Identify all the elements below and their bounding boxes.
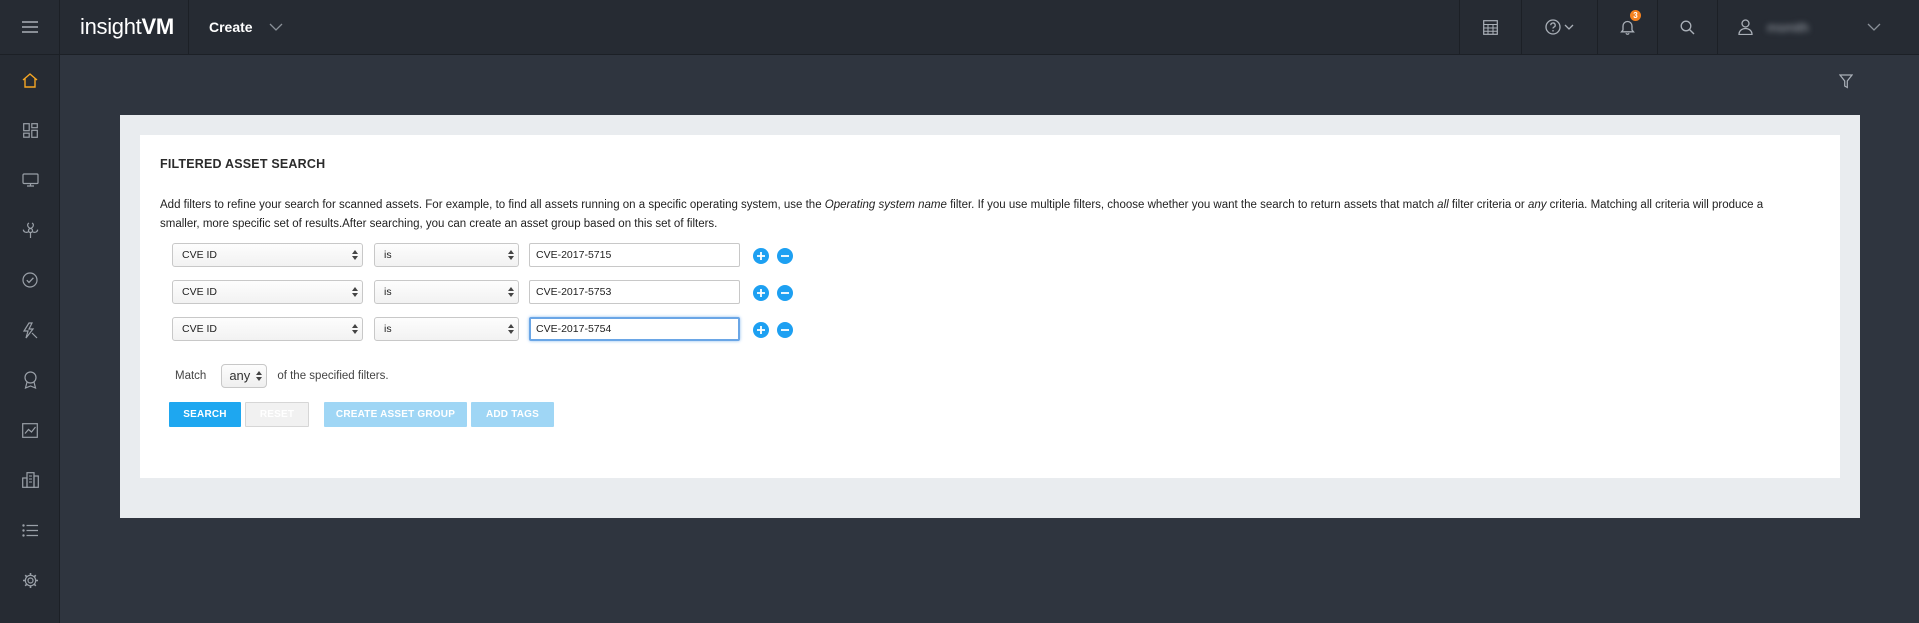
filtered-asset-search-card: FILTERED ASSET SEARCH Add filters to ref…: [140, 135, 1840, 478]
assets-icon: [21, 173, 39, 187]
remove-filter-button[interactable]: [777, 285, 793, 301]
dashboard-icon: [22, 122, 38, 138]
filter-field-select[interactable]: CVE ID: [172, 317, 363, 341]
notifications-button[interactable]: 3: [1597, 0, 1657, 54]
select-arrows-icon: [352, 324, 358, 334]
remove-filter-button[interactable]: [777, 322, 793, 338]
chevron-down-icon: [1867, 23, 1881, 31]
certification-icon: [23, 371, 37, 389]
match-select[interactable]: any: [221, 364, 268, 388]
filter-operator-select[interactable]: is: [374, 317, 519, 341]
remediation-icon: [22, 321, 38, 338]
filter-icon: [1839, 73, 1853, 89]
filter-button[interactable]: [1836, 71, 1856, 91]
match-suffix: of the specified filters.: [277, 370, 389, 382]
nav-certification[interactable]: [0, 365, 60, 395]
filter-value-input[interactable]: CVE-2017-5715: [529, 243, 740, 267]
username: msmith: [1767, 19, 1809, 35]
list-icon: [22, 523, 38, 537]
match-control: Match any of the specified filters.: [175, 364, 389, 388]
nav-reports[interactable]: [0, 415, 60, 445]
select-arrows-icon: [352, 250, 358, 260]
remove-filter-button[interactable]: [777, 248, 793, 264]
help-menu[interactable]: [1521, 0, 1597, 54]
filter-value-input[interactable]: CVE-2017-5754: [529, 317, 740, 341]
nav-list[interactable]: [0, 515, 60, 545]
select-arrows-icon: [256, 371, 263, 381]
select-arrows-icon: [508, 324, 514, 334]
search-icon: [1680, 20, 1695, 34]
home-icon: [22, 72, 38, 88]
top-bar: insight VM Create 3 msmith: [0, 0, 1919, 55]
select-arrows-icon: [508, 287, 514, 297]
create-label: Create: [209, 19, 253, 35]
search-description: Add filters to refine your search for sc…: [160, 199, 1764, 230]
sites-icon: [21, 472, 39, 488]
reset-button[interactable]: RESET: [245, 402, 309, 427]
nav-dashboard[interactable]: [0, 115, 60, 145]
nav-settings[interactable]: [0, 565, 60, 595]
left-nav: [0, 55, 60, 623]
search-button[interactable]: [1657, 0, 1717, 54]
nav-policies[interactable]: [0, 265, 60, 295]
select-arrows-icon: [352, 287, 358, 297]
nav-sites[interactable]: [0, 465, 60, 495]
filter-value-input[interactable]: CVE-2017-5753: [529, 280, 740, 304]
calendar-button[interactable]: [1459, 0, 1521, 54]
add-tags-button[interactable]: ADD TAGS: [471, 402, 554, 427]
create-asset-group-button[interactable]: CREATE ASSET GROUP: [324, 402, 467, 427]
match-prefix: Match: [175, 370, 207, 382]
create-menu[interactable]: Create: [189, 0, 283, 54]
plus-icon: [757, 326, 765, 334]
user-icon: [1738, 19, 1753, 35]
minus-icon: [781, 329, 789, 331]
search-button[interactable]: SEARCH: [169, 402, 241, 427]
vulnerabilities-icon: [22, 221, 38, 238]
add-filter-button[interactable]: [753, 322, 769, 338]
calendar-icon: [1483, 19, 1498, 35]
add-filter-button[interactable]: [753, 285, 769, 301]
menu-button[interactable]: [0, 0, 60, 54]
plus-icon: [757, 289, 765, 297]
brand-logo[interactable]: insight VM: [60, 0, 189, 54]
user-menu[interactable]: msmith: [1717, 0, 1919, 54]
filter-operator-select[interactable]: is: [374, 243, 519, 267]
nav-remediation[interactable]: [0, 315, 60, 345]
select-arrows-icon: [508, 250, 514, 260]
settings-icon: [22, 572, 38, 588]
hamburger-icon: [21, 21, 38, 33]
page-title: FILTERED ASSET SEARCH: [160, 157, 326, 171]
help-icon: [1545, 19, 1561, 35]
chevron-down-icon: [1564, 24, 1574, 30]
filter-field-select[interactable]: CVE ID: [172, 243, 363, 267]
minus-icon: [781, 255, 789, 257]
nav-home[interactable]: [0, 65, 60, 95]
bell-icon: [1620, 20, 1635, 35]
policies-icon: [22, 272, 38, 288]
notification-badge: 3: [1630, 10, 1641, 21]
nav-assets[interactable]: [0, 165, 60, 195]
filter-field-select[interactable]: CVE ID: [172, 280, 363, 304]
nav-vulnerabilities[interactable]: [0, 215, 60, 245]
reports-icon: [22, 422, 38, 438]
chevron-down-icon: [269, 23, 283, 31]
plus-icon: [757, 252, 765, 260]
filter-operator-select[interactable]: is: [374, 280, 519, 304]
add-filter-button[interactable]: [753, 248, 769, 264]
content-panel: FILTERED ASSET SEARCH Add filters to ref…: [120, 115, 1860, 518]
minus-icon: [781, 292, 789, 294]
